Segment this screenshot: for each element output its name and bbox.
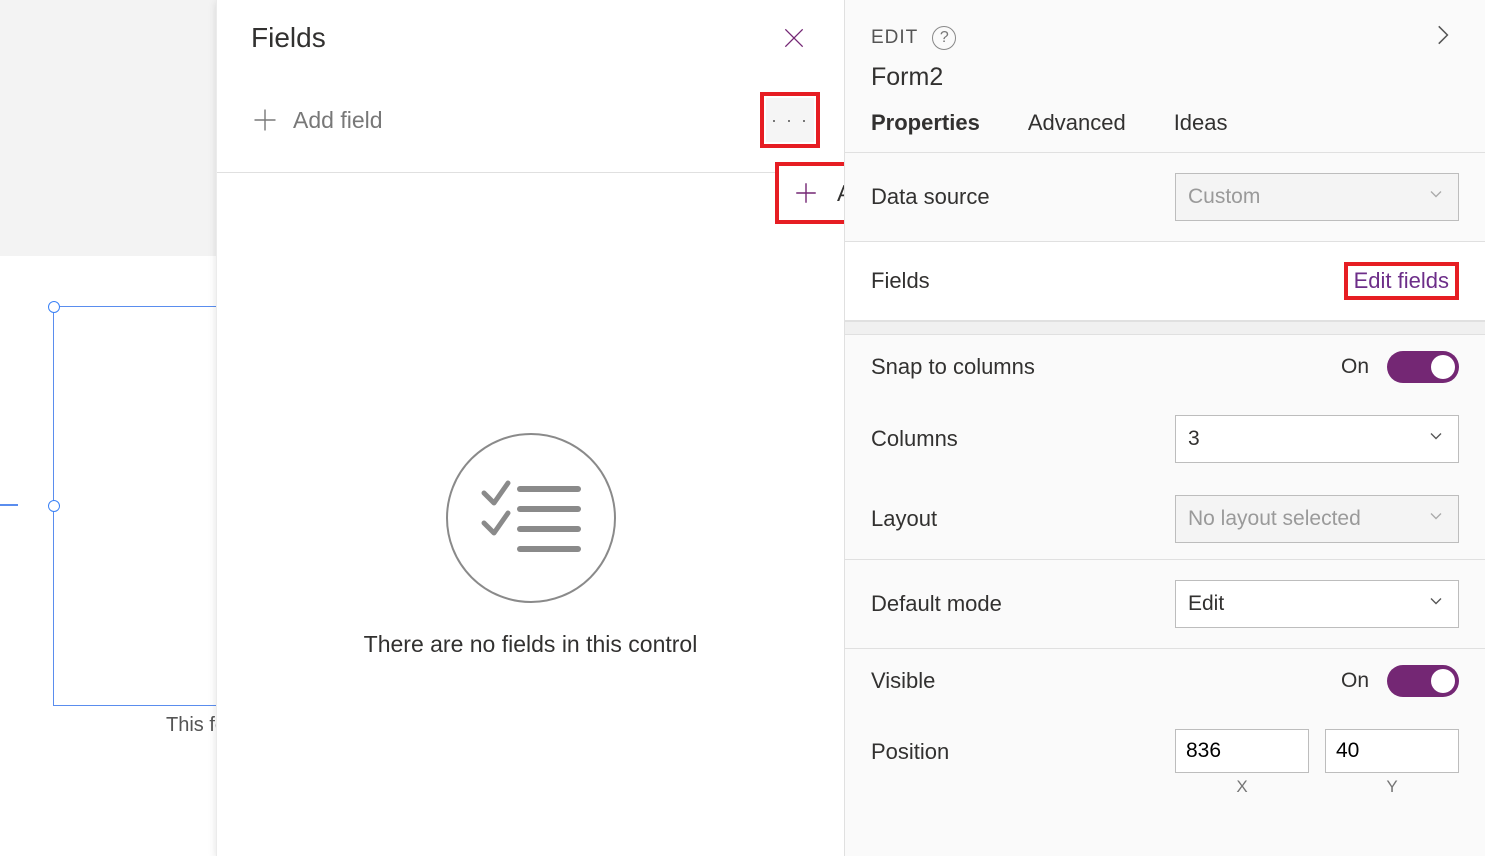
canvas-area: This fo bbox=[0, 0, 216, 856]
position-y-input[interactable]: 40 bbox=[1325, 729, 1459, 773]
data-source-dropdown[interactable]: Custom bbox=[1175, 173, 1459, 221]
checklist-icon bbox=[446, 433, 616, 603]
more-options-button[interactable]: · · · bbox=[766, 98, 814, 142]
chevron-down-icon bbox=[1426, 506, 1446, 532]
columns-value: 3 bbox=[1188, 427, 1200, 451]
position-x-axis-label: X bbox=[1175, 777, 1309, 797]
resize-handle-top-left[interactable] bbox=[48, 301, 60, 313]
data-source-value: Custom bbox=[1188, 185, 1260, 209]
fields-panel-title: Fields bbox=[251, 22, 326, 54]
properties-panel-header: EDIT ? bbox=[845, 0, 1485, 59]
fields-empty-text: There are no fields in this control bbox=[364, 631, 698, 658]
default-mode-label: Default mode bbox=[871, 591, 1002, 617]
snap-to-columns-value: On bbox=[1341, 355, 1369, 379]
tab-properties[interactable]: Properties bbox=[871, 110, 980, 152]
edit-fields-link[interactable]: Edit fields bbox=[1354, 268, 1449, 293]
position-y-value: 40 bbox=[1336, 739, 1359, 763]
snap-to-columns-label: Snap to columns bbox=[871, 354, 1035, 380]
canvas-background-top bbox=[0, 0, 216, 256]
tab-advanced[interactable]: Advanced bbox=[1028, 110, 1126, 152]
data-source-row: Data source Custom bbox=[845, 153, 1485, 241]
expand-panel-button[interactable] bbox=[1429, 22, 1455, 53]
snap-to-columns-row: Snap to columns On bbox=[845, 335, 1485, 399]
properties-header-left: EDIT ? bbox=[871, 26, 956, 50]
columns-dropdown[interactable]: 3 bbox=[1175, 415, 1459, 463]
snap-to-columns-toggle[interactable] bbox=[1387, 351, 1459, 383]
tab-ideas[interactable]: Ideas bbox=[1174, 110, 1228, 152]
position-y-axis-label: Y bbox=[1325, 777, 1459, 797]
columns-label: Columns bbox=[871, 426, 958, 452]
add-field-button[interactable]: Add field bbox=[251, 106, 383, 134]
default-mode-value: Edit bbox=[1188, 592, 1224, 616]
question-icon: ? bbox=[940, 29, 949, 47]
visible-value: On bbox=[1341, 669, 1369, 693]
layout-label: Layout bbox=[871, 506, 937, 532]
default-mode-row: Default mode Edit bbox=[845, 560, 1485, 648]
chevron-down-icon bbox=[1426, 184, 1446, 210]
plus-icon bbox=[793, 180, 819, 206]
layout-dropdown[interactable]: No layout selected bbox=[1175, 495, 1459, 543]
chevron-right-icon bbox=[1429, 22, 1455, 48]
layout-value: No layout selected bbox=[1188, 507, 1361, 531]
close-icon bbox=[781, 25, 807, 51]
position-x-input[interactable]: 836 bbox=[1175, 729, 1309, 773]
chevron-down-icon bbox=[1426, 591, 1446, 617]
properties-panel: EDIT ? Form2 Properties Advanced Ideas D… bbox=[844, 0, 1485, 856]
visible-label: Visible bbox=[871, 668, 935, 694]
fields-row: Fields Edit fields bbox=[845, 242, 1485, 320]
plus-icon bbox=[251, 106, 279, 134]
columns-row: Columns 3 bbox=[845, 399, 1485, 479]
control-name-label: Form2 bbox=[845, 59, 1485, 100]
chevron-down-icon bbox=[1426, 426, 1446, 452]
position-label: Position bbox=[871, 739, 949, 765]
more-icon: · · · bbox=[771, 110, 809, 131]
fields-empty-state: There are no fields in this control bbox=[217, 433, 844, 658]
data-source-label: Data source bbox=[871, 184, 990, 210]
fields-panel-header: Fields bbox=[217, 0, 844, 70]
fields-flyout-panel: Fields Add field · · · There are n bbox=[216, 0, 844, 856]
canvas-midpoint-indicator bbox=[0, 504, 18, 506]
resize-handle-middle-left[interactable] bbox=[48, 500, 60, 512]
position-x-value: 836 bbox=[1186, 739, 1221, 763]
position-row: Position 836 40 X Y bbox=[845, 713, 1485, 813]
default-mode-dropdown[interactable]: Edit bbox=[1175, 580, 1459, 628]
fields-panel-toolbar: Add field · · · bbox=[217, 70, 844, 173]
close-fields-panel-button[interactable] bbox=[774, 18, 814, 58]
visible-toggle[interactable] bbox=[1387, 665, 1459, 697]
add-field-label: Add field bbox=[293, 107, 383, 134]
layout-row: Layout No layout selected bbox=[845, 479, 1485, 559]
toggle-knob bbox=[1431, 355, 1455, 379]
more-button-highlight: · · · bbox=[760, 92, 820, 148]
control-type-label: EDIT bbox=[871, 27, 918, 49]
help-button[interactable]: ? bbox=[932, 26, 956, 50]
section-divider bbox=[845, 321, 1485, 335]
properties-tabs: Properties Advanced Ideas bbox=[845, 100, 1485, 153]
toggle-knob bbox=[1431, 669, 1455, 693]
fields-label: Fields bbox=[871, 268, 930, 294]
visible-row: Visible On bbox=[845, 649, 1485, 713]
edit-fields-highlight: Edit fields bbox=[1344, 262, 1459, 300]
